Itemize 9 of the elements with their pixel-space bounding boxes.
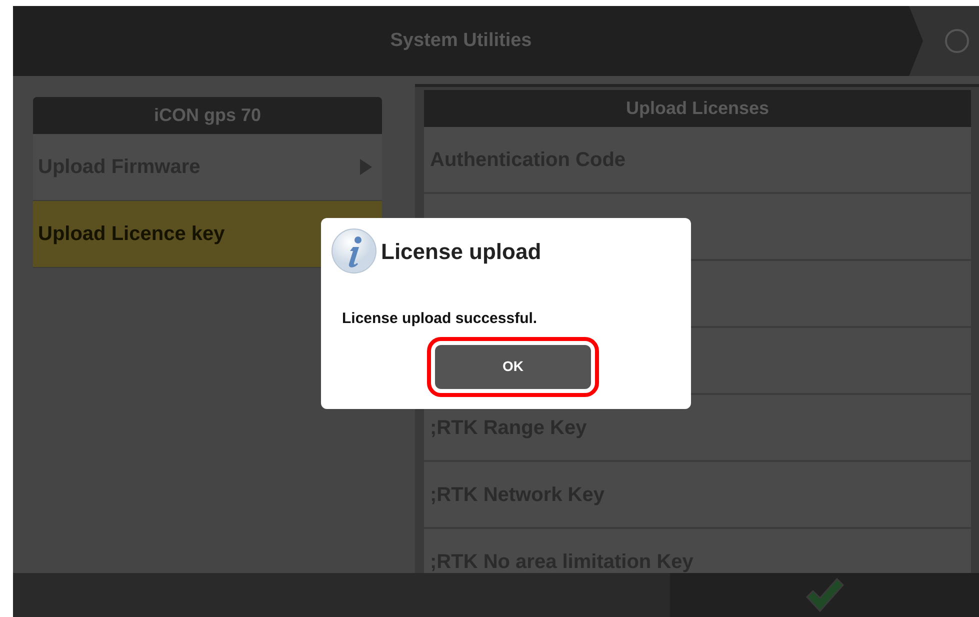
screen-title: System Utilities: [389, 28, 533, 53]
arrow-right-icon: [360, 159, 372, 175]
dialog-title: License upload: [381, 238, 542, 266]
dialog-message: License upload successful.: [342, 309, 538, 329]
info-icon: [331, 228, 377, 274]
panel-header: Upload Licenses: [424, 90, 971, 127]
panel-header: iCON gps 70: [33, 97, 382, 134]
checkmark-icon: [804, 577, 844, 613]
ok-button[interactable]: OK: [435, 344, 591, 388]
